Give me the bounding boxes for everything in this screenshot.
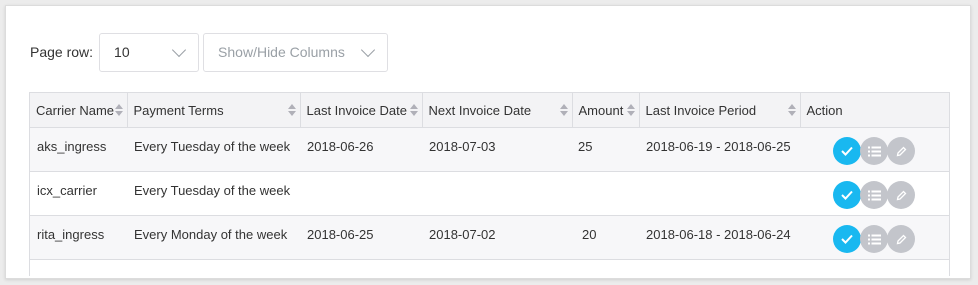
invoice-table: Carrier Name Payment Terms Last Invoice … xyxy=(29,92,950,276)
sort-icon xyxy=(409,104,418,116)
cell-last-invoice-period: 2018-06-18 - 2018-06-24 xyxy=(639,215,800,260)
column-header-last-invoice-date[interactable]: Last Invoice Date xyxy=(300,93,423,128)
cell-payment-terms: Every Tuesday of the week xyxy=(127,171,300,216)
cell-next-invoice-date: 2018-07-02 xyxy=(422,215,572,260)
pencil-icon[interactable] xyxy=(887,137,915,165)
cell-last-invoice-period: 2018-06-19 - 2018-06-25 xyxy=(639,127,800,172)
invoice-panel: Page row: 10 Show/Hide Columns Carrier N… xyxy=(5,5,971,279)
cell-last-invoice-date: 2018-06-25 xyxy=(300,215,422,260)
column-header-action: Action xyxy=(800,93,949,128)
show-hide-columns-label: Show/Hide Columns xyxy=(218,44,345,60)
table-row: rita_ingress Every Monday of the week 20… xyxy=(30,215,949,260)
sort-icon xyxy=(114,104,123,116)
sort-icon xyxy=(787,104,796,116)
cell-amount: 25 xyxy=(572,127,639,172)
show-hide-columns-select[interactable]: Show/Hide Columns xyxy=(203,32,389,72)
cell-payment-terms: Every Tuesday of the week xyxy=(127,127,300,172)
list-icon[interactable] xyxy=(860,181,888,209)
cell-next-invoice-date xyxy=(422,171,572,216)
cell-last-invoice-period xyxy=(639,171,800,216)
column-header-amount[interactable]: Amount xyxy=(572,93,640,128)
sort-icon xyxy=(287,104,296,116)
pencil-icon[interactable] xyxy=(887,181,915,209)
check-icon[interactable] xyxy=(833,181,861,209)
page-row-value: 10 xyxy=(114,44,130,60)
column-header-payment-terms[interactable]: Payment Terms xyxy=(127,93,301,128)
table-row: icx_carrier Every Tuesday of the week xyxy=(30,171,949,216)
sort-icon xyxy=(559,104,568,116)
pencil-icon[interactable] xyxy=(887,225,915,253)
table-row: aks_ingress Every Tuesday of the week 20… xyxy=(30,127,949,172)
list-icon[interactable] xyxy=(860,225,888,253)
table-controls: Page row: 10 Show/Hide Columns xyxy=(30,32,389,72)
cell-carrier-name: icx_carrier xyxy=(30,171,127,216)
cell-actions xyxy=(800,127,949,172)
cell-last-invoice-date: 2018-06-26 xyxy=(300,127,422,172)
column-header-carrier-name[interactable]: Carrier Name xyxy=(30,93,128,128)
sort-icon xyxy=(626,104,635,116)
list-icon[interactable] xyxy=(860,137,888,165)
column-header-next-invoice-date[interactable]: Next Invoice Date xyxy=(422,93,573,128)
cell-carrier-name: aks_ingress xyxy=(30,127,127,172)
check-icon[interactable] xyxy=(833,225,861,253)
cell-amount: 20 xyxy=(572,215,639,260)
cell-next-invoice-date: 2018-07-03 xyxy=(422,127,572,172)
column-header-last-invoice-period[interactable]: Last Invoice Period xyxy=(639,93,801,128)
chevron-down-icon xyxy=(171,42,187,57)
cell-actions xyxy=(800,171,949,216)
chevron-down-icon xyxy=(360,42,376,57)
table-header-row: Carrier Name Payment Terms Last Invoice … xyxy=(30,93,949,128)
check-icon[interactable] xyxy=(833,137,861,165)
page-row-select[interactable]: 10 xyxy=(99,32,200,72)
page-row-label: Page row: xyxy=(30,44,94,60)
cell-payment-terms: Every Monday of the week xyxy=(127,215,300,260)
cell-last-invoice-date xyxy=(300,171,422,216)
cell-actions xyxy=(800,215,949,260)
cell-amount xyxy=(572,171,639,216)
cell-carrier-name: rita_ingress xyxy=(30,215,127,260)
